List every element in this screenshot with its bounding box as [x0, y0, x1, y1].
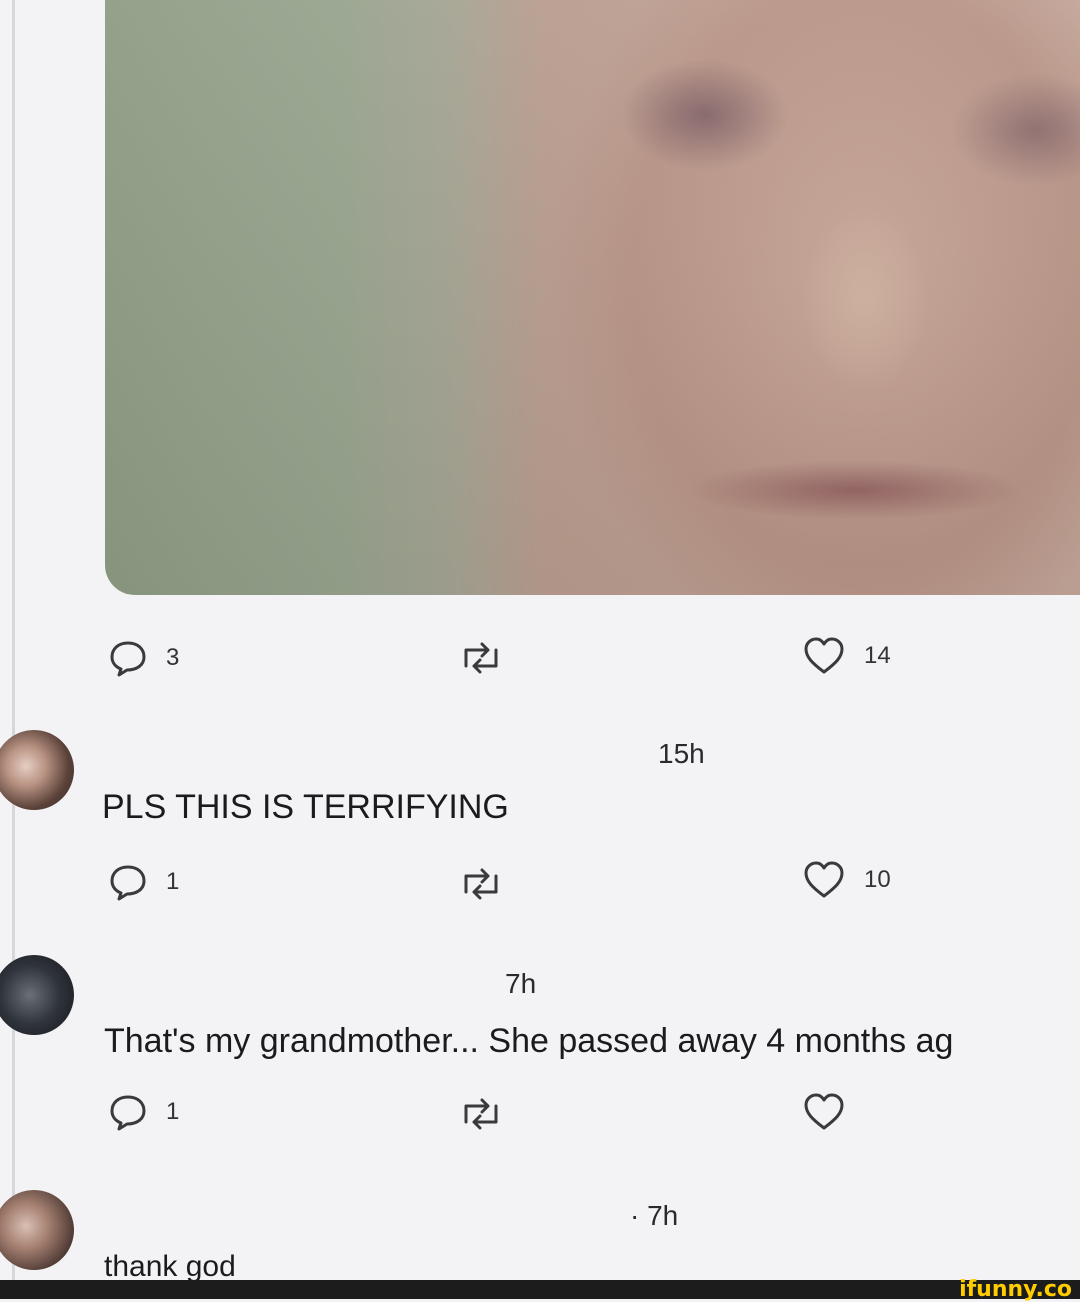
comment-icon — [108, 862, 148, 902]
reply-button[interactable]: 1 — [108, 1092, 179, 1132]
like-count: 10 — [864, 866, 891, 893]
heart-icon — [802, 1092, 846, 1132]
like-button[interactable]: 10 — [802, 860, 891, 900]
brand-watermark: ifunny.co — [959, 1277, 1072, 1302]
repost-icon — [458, 866, 504, 902]
photo-shade — [105, 0, 1080, 595]
repost-icon — [458, 1096, 504, 1132]
comment-icon — [108, 638, 148, 678]
comment-timestamp: 7h — [505, 968, 537, 999]
avatar[interactable] — [0, 1190, 74, 1270]
like-count: 14 — [864, 642, 891, 669]
reply-count: 3 — [166, 644, 180, 671]
like-button[interactable] — [802, 1092, 864, 1132]
heart-icon — [802, 860, 846, 900]
comment-text: That's my grandmother... She passed away… — [104, 1022, 954, 1060]
thread-line — [12, 0, 15, 1280]
reply-button[interactable]: 3 — [108, 638, 179, 678]
repost-icon — [458, 640, 504, 676]
avatar[interactable] — [0, 730, 74, 810]
avatar[interactable] — [0, 955, 74, 1035]
reply-count: 1 — [166, 868, 180, 895]
repost-button[interactable] — [458, 640, 504, 676]
comment-text: thank god — [104, 1250, 236, 1283]
comment-text: PLS THIS IS TERRIFYING — [102, 788, 509, 826]
repost-button[interactable] — [458, 866, 504, 902]
comment-timestamp: 15h — [658, 738, 705, 769]
reply-count: 1 — [166, 1098, 180, 1125]
heart-icon — [802, 636, 846, 676]
comment-icon — [108, 1092, 148, 1132]
repost-button[interactable] — [458, 1096, 504, 1132]
comment-timestamp: · 7h — [630, 1200, 679, 1231]
watermark-bar: ifunny.co — [0, 1277, 1080, 1302]
reply-button[interactable]: 1 — [108, 862, 179, 902]
post-photo[interactable] — [105, 0, 1080, 595]
like-button[interactable]: 14 — [802, 636, 891, 676]
